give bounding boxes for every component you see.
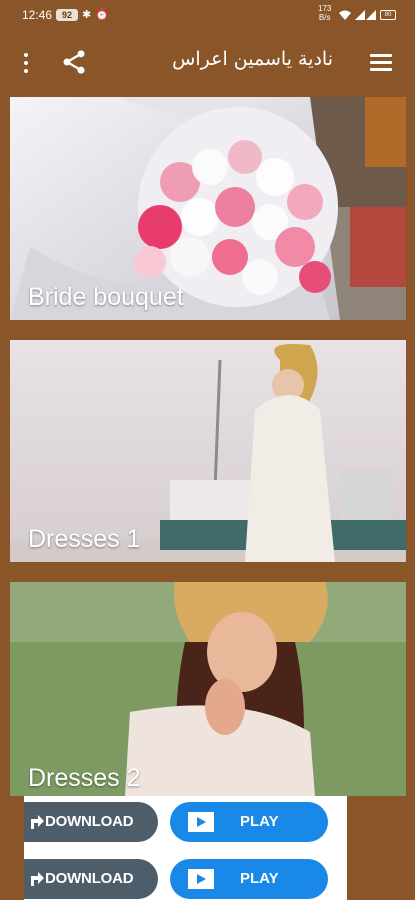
page-title: نادية ياسمين اعراس [172,48,333,70]
video-play-icon [188,812,214,832]
share-icon[interactable] [60,48,88,76]
status-time: 12:46 [22,8,53,22]
notification-badge: 92 [56,9,78,21]
network-speed-value: 173 [318,4,332,13]
category-card-dresses-2[interactable]: Dresses 2 [10,582,406,796]
bluetooth-icon: ✱ [82,9,92,21]
battery-icon: 80 [380,10,396,20]
category-card-dresses-1[interactable]: Dresses 1 [10,340,406,562]
download-button[interactable]: DOWNLOAD [24,859,158,899]
download-arrow-icon [31,815,44,829]
card-label: Dresses 1 [28,525,141,553]
signal-2-icon [366,10,376,20]
play-label: PLAY [240,870,279,887]
alarm-icon: ⏰ [95,9,109,21]
app-toolbar: نادية ياسمين اعراس [0,30,415,94]
download-label: DOWNLOAD [45,870,134,887]
play-button[interactable]: PLAY [170,859,328,899]
hamburger-menu-icon[interactable] [370,53,394,73]
network-speed-unit: B/s [318,13,331,22]
play-label: PLAY [240,813,279,830]
overflow-menu-icon[interactable] [14,50,38,76]
category-card-bride-bouquet[interactable]: Bride bouquet [10,97,406,320]
wifi-icon [339,10,351,20]
video-play-icon [188,869,214,889]
download-button[interactable]: DOWNLOAD [24,802,158,842]
signal-icon [355,10,365,20]
ad-banner: DOWNLOAD PLAY DOWNLOAD PLAY [24,796,347,900]
download-label: DOWNLOAD [45,813,134,830]
network-speed: 173 B/s [318,4,331,22]
play-button[interactable]: PLAY [170,802,328,842]
card-label: Dresses 2 [28,764,141,792]
card-label: Bride bouquet [28,283,184,311]
status-bar: 12:46 92 ✱ ⏰ 173 B/s 80 [0,0,415,30]
download-arrow-icon [31,872,44,886]
